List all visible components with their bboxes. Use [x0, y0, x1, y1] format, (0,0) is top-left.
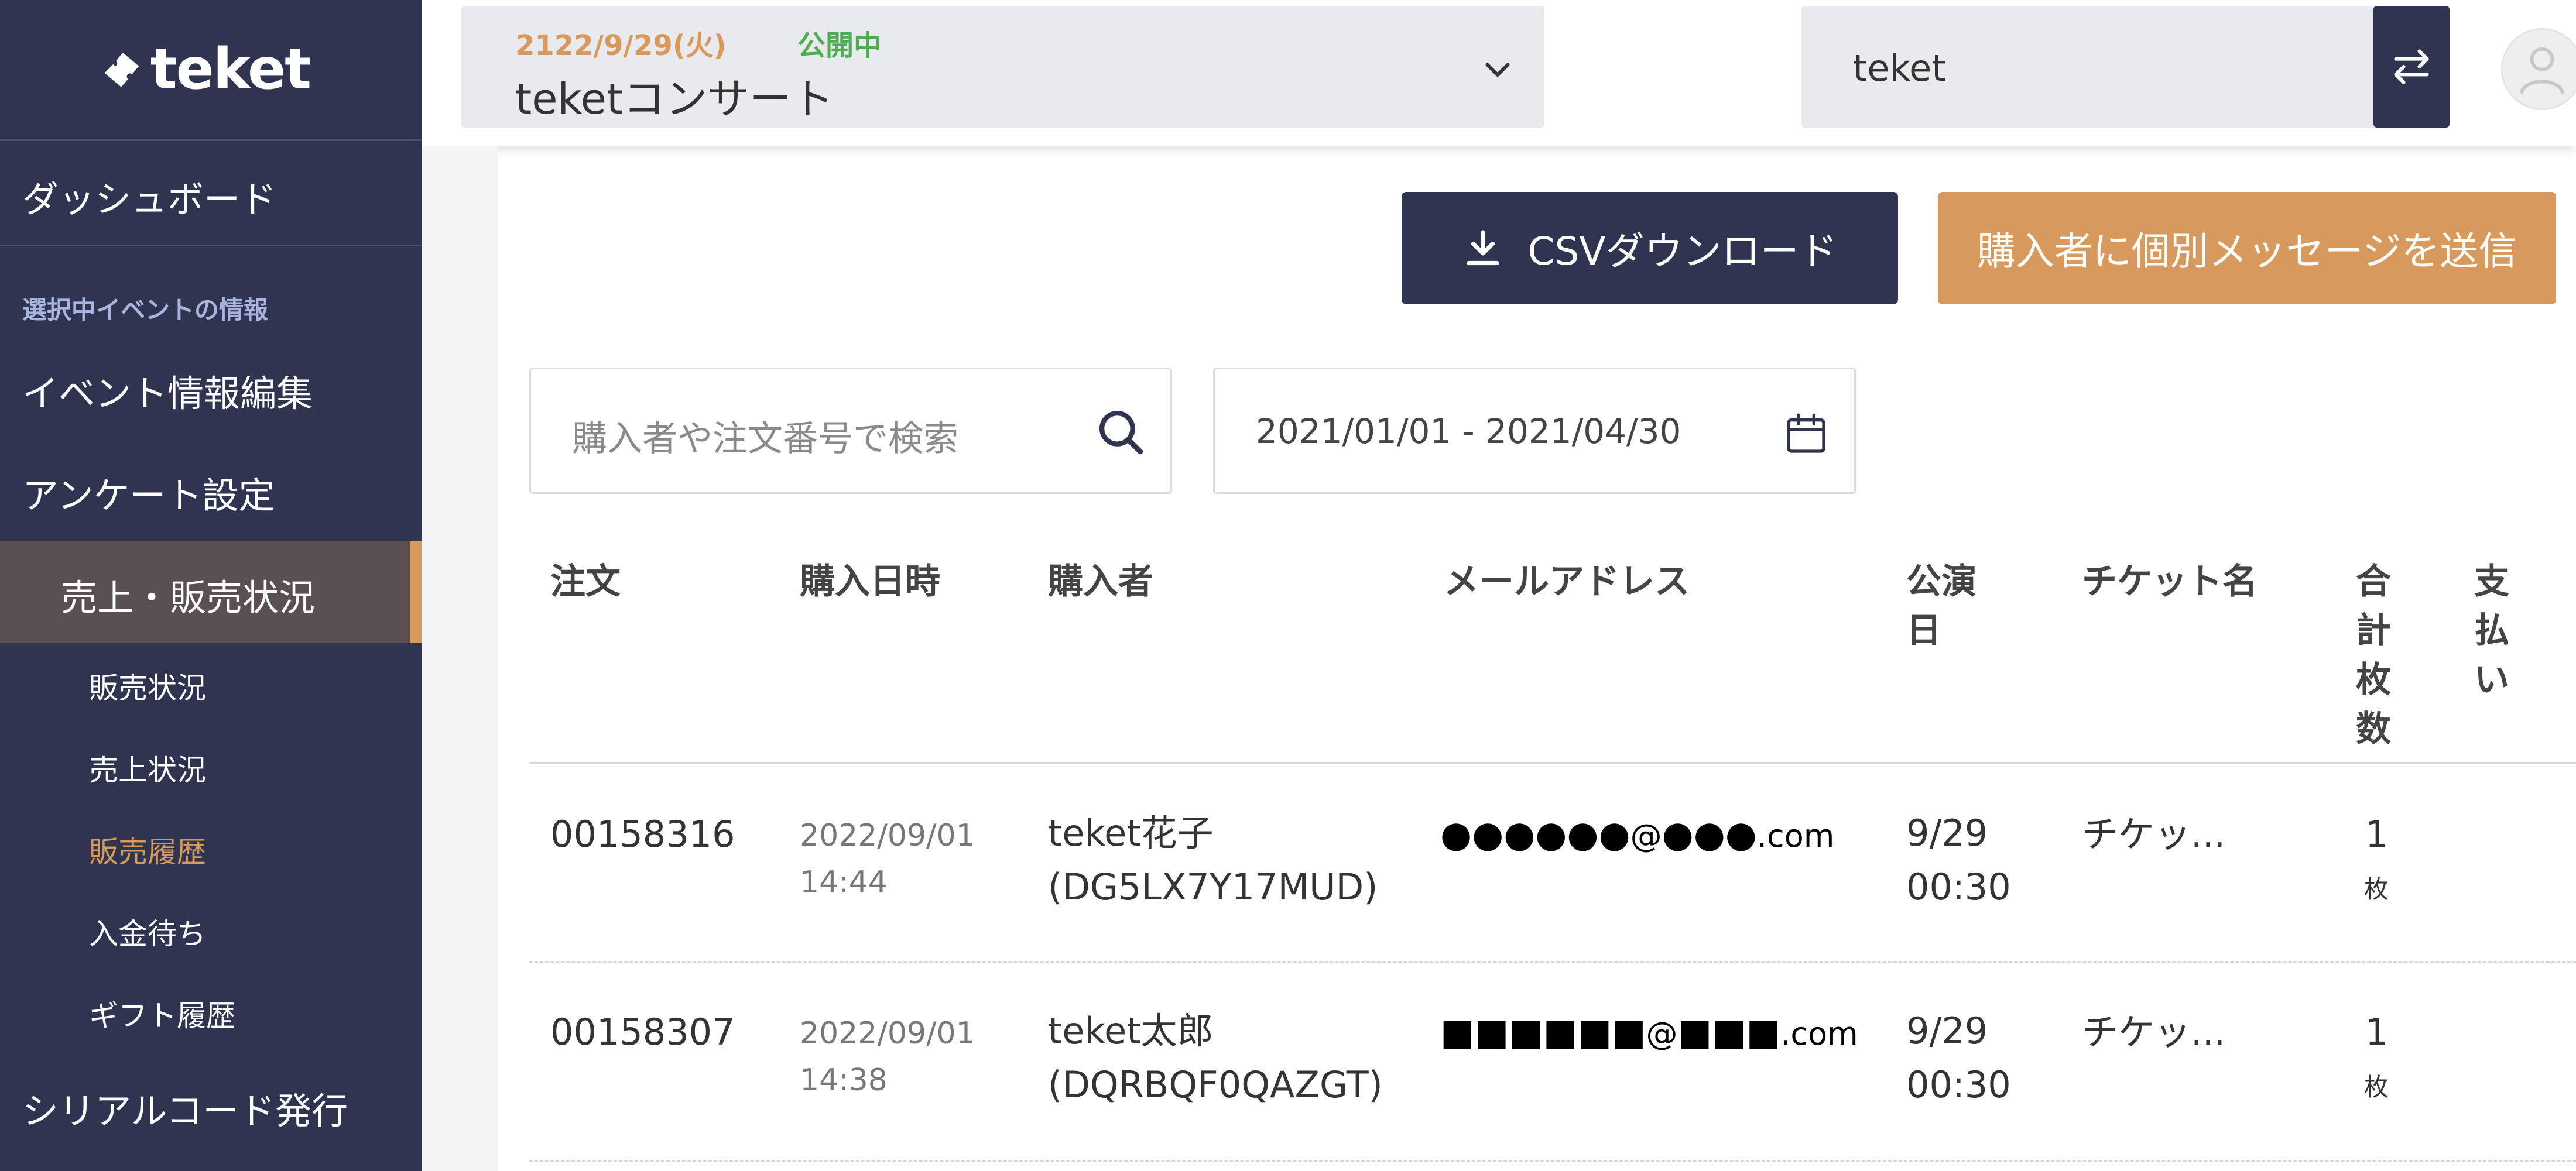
- show-date-day: 9/29: [1906, 812, 1988, 854]
- ticket-count-unit: 枚: [2364, 1073, 2389, 1101]
- search-input[interactable]: 購入者や注文番号で検索: [529, 368, 1172, 494]
- sidebar-item-sales[interactable]: 売上・販売状況: [0, 541, 422, 643]
- purchase-date: 2022/09/01 14:38: [800, 1010, 975, 1104]
- sidebar-item-survey[interactable]: アンケート設定: [22, 466, 275, 518]
- switch-arrows-icon: [2394, 49, 2429, 84]
- purchase-date-time: 14:44: [800, 865, 888, 900]
- col-header-buyer[interactable]: 購入者: [1048, 557, 1153, 606]
- email-mask: ■■■■■■: [1440, 1011, 1646, 1053]
- sidebar-item-sales-label: 売上・販売状況: [61, 576, 316, 619]
- switch-organization-button[interactable]: [2373, 6, 2450, 128]
- date-range-picker[interactable]: 2021/01/01 - 2021/04/30: [1213, 368, 1856, 494]
- col-header-total-count-line: 数: [2356, 709, 2391, 750]
- col-header-total-count-line: 計: [2356, 610, 2391, 651]
- col-header-show-date[interactable]: 公演 日: [1906, 557, 1976, 655]
- user-icon: [2519, 47, 2565, 94]
- sidebar-subitem-sales-history[interactable]: 販売履歴: [89, 829, 206, 871]
- event-selector[interactable]: 2122/9/29(火) 公開中 teketコンサート: [461, 6, 1544, 128]
- sidebar-item-dashboard[interactable]: ダッシュボード: [22, 170, 276, 222]
- col-header-total-count-line: 枚: [2356, 660, 2391, 700]
- event-name: teketコンサート: [515, 74, 834, 123]
- ticket-count: 1: [2365, 1011, 2389, 1053]
- search-placeholder: 購入者や注文番号で検索: [572, 418, 958, 459]
- organization-name: teket: [1853, 47, 1946, 90]
- search-icon[interactable]: [1094, 406, 1147, 458]
- buyer-name: teket太郎: [1048, 1009, 1214, 1052]
- email-domain-mask: ●●●: [1662, 813, 1757, 856]
- purchase-date-day: 2022/09/01: [800, 1016, 975, 1051]
- avatar[interactable]: [2501, 28, 2576, 110]
- show-date-day: 9/29: [1906, 1009, 1988, 1052]
- logo-text: teket: [150, 36, 311, 102]
- ticket-count-unit: 枚: [2364, 875, 2389, 904]
- sidebar-divider: [0, 245, 422, 246]
- show-date-time: 00:30: [1906, 866, 2011, 908]
- email-at: @: [1630, 818, 1662, 854]
- email-tld: .com: [1756, 818, 1835, 854]
- sidebar: teket ダッシュボード 選択中イベントの情報 イベント情報編集 アンケート設…: [0, 0, 422, 1171]
- sidebar-subitem-sales-status[interactable]: 販売状況: [89, 665, 206, 707]
- buyer-name: teket花子: [1048, 812, 1214, 854]
- row-divider: [529, 1160, 2576, 1162]
- sidebar-subitem-revenue-status[interactable]: 売上状況: [89, 747, 206, 789]
- sidebar-item-event-edit[interactable]: イベント情報編集: [22, 364, 313, 417]
- show-date: 9/29 00:30: [1906, 1004, 2011, 1112]
- ticket-name: チケッ...: [2082, 1011, 2226, 1053]
- order-number[interactable]: 00158307: [550, 1005, 735, 1059]
- calendar-icon: [1787, 413, 1825, 453]
- email-mask: ●●●●●●: [1440, 813, 1630, 856]
- row-divider: [529, 961, 2576, 963]
- top-header: 2122/9/29(火) 公開中 teketコンサート teket: [422, 0, 2576, 146]
- col-header-show-date-line: 日: [1906, 610, 1941, 651]
- date-range-value: 2021/01/01 - 2021/04/30: [1256, 411, 1681, 451]
- col-header-total-count-line: 合: [2356, 561, 2391, 602]
- sidebar-item-serial-code[interactable]: シリアルコード発行: [22, 1081, 348, 1134]
- table-header-divider: [529, 762, 2576, 764]
- purchase-date-day: 2022/09/01: [800, 818, 975, 853]
- csv-download-button[interactable]: CSVダウンロード: [1402, 192, 1898, 304]
- send-message-label: 購入者に個別メッセージを送信: [1976, 229, 2517, 274]
- ticket-name: チケッ...: [2082, 813, 2226, 856]
- col-header-payment[interactable]: 支 払 い: [2474, 557, 2509, 705]
- chevron-down-icon: [1485, 63, 1510, 77]
- col-header-total-count[interactable]: 合 計 枚 数: [2356, 557, 2391, 754]
- active-indicator: [410, 541, 422, 643]
- sidebar-section-caption: 選択中イベントの情報: [22, 296, 269, 324]
- csv-download-label: CSVダウンロード: [1527, 229, 1838, 274]
- sidebar-subitem-pending-payment[interactable]: 入金待ち: [89, 911, 206, 953]
- col-header-payment-line: い: [2474, 660, 2509, 700]
- buyer: teket太郎 (DQRBQF0QAZGT): [1048, 1004, 1383, 1112]
- organization-display: teket: [1801, 6, 2395, 128]
- col-header-email[interactable]: メールアドレス: [1444, 557, 1690, 606]
- download-icon: [1467, 230, 1500, 266]
- show-date: 9/29 00:30: [1906, 806, 2011, 914]
- event-date: 2122/9/29(火): [515, 29, 727, 62]
- send-message-button[interactable]: 購入者に個別メッセージを送信: [1938, 192, 2556, 304]
- email-tld: .com: [1780, 1015, 1858, 1052]
- show-date-time: 00:30: [1906, 1063, 2011, 1106]
- purchase-date-time: 14:38: [800, 1063, 888, 1098]
- purchase-date: 2022/09/01 14:44: [800, 812, 975, 906]
- sidebar-subitem-gift-history[interactable]: ギフト履歴: [89, 993, 235, 1035]
- logo[interactable]: teket: [100, 34, 311, 104]
- email-at: @: [1646, 1015, 1678, 1052]
- buyer-code: (DG5LX7Y17MUD): [1048, 866, 1378, 908]
- sidebar-divider: [0, 139, 422, 141]
- teket-logo-icon: [105, 52, 139, 87]
- buyer: teket花子 (DG5LX7Y17MUD): [1048, 806, 1378, 914]
- content-gutter: [422, 146, 498, 1171]
- email: ■■■■■■@■■■.com: [1440, 1005, 1858, 1061]
- col-header-payment-line: 支: [2474, 561, 2509, 602]
- ticket-count: 1: [2365, 813, 2389, 856]
- buyer-code: (DQRBQF0QAZGT): [1048, 1063, 1383, 1106]
- event-status-badge: 公開中: [797, 29, 882, 62]
- col-header-payment-line: 払: [2474, 610, 2509, 651]
- email-domain-mask: ■■■: [1677, 1011, 1781, 1053]
- order-number[interactable]: 00158316: [550, 808, 735, 861]
- col-header-order[interactable]: 注文: [550, 557, 621, 606]
- col-header-purchase-date[interactable]: 購入日時: [800, 557, 940, 606]
- col-header-show-date-line: 公演: [1906, 561, 1976, 602]
- email: ●●●●●●@●●●.com: [1440, 808, 1834, 863]
- col-header-ticket-name[interactable]: チケット名: [2082, 557, 2258, 606]
